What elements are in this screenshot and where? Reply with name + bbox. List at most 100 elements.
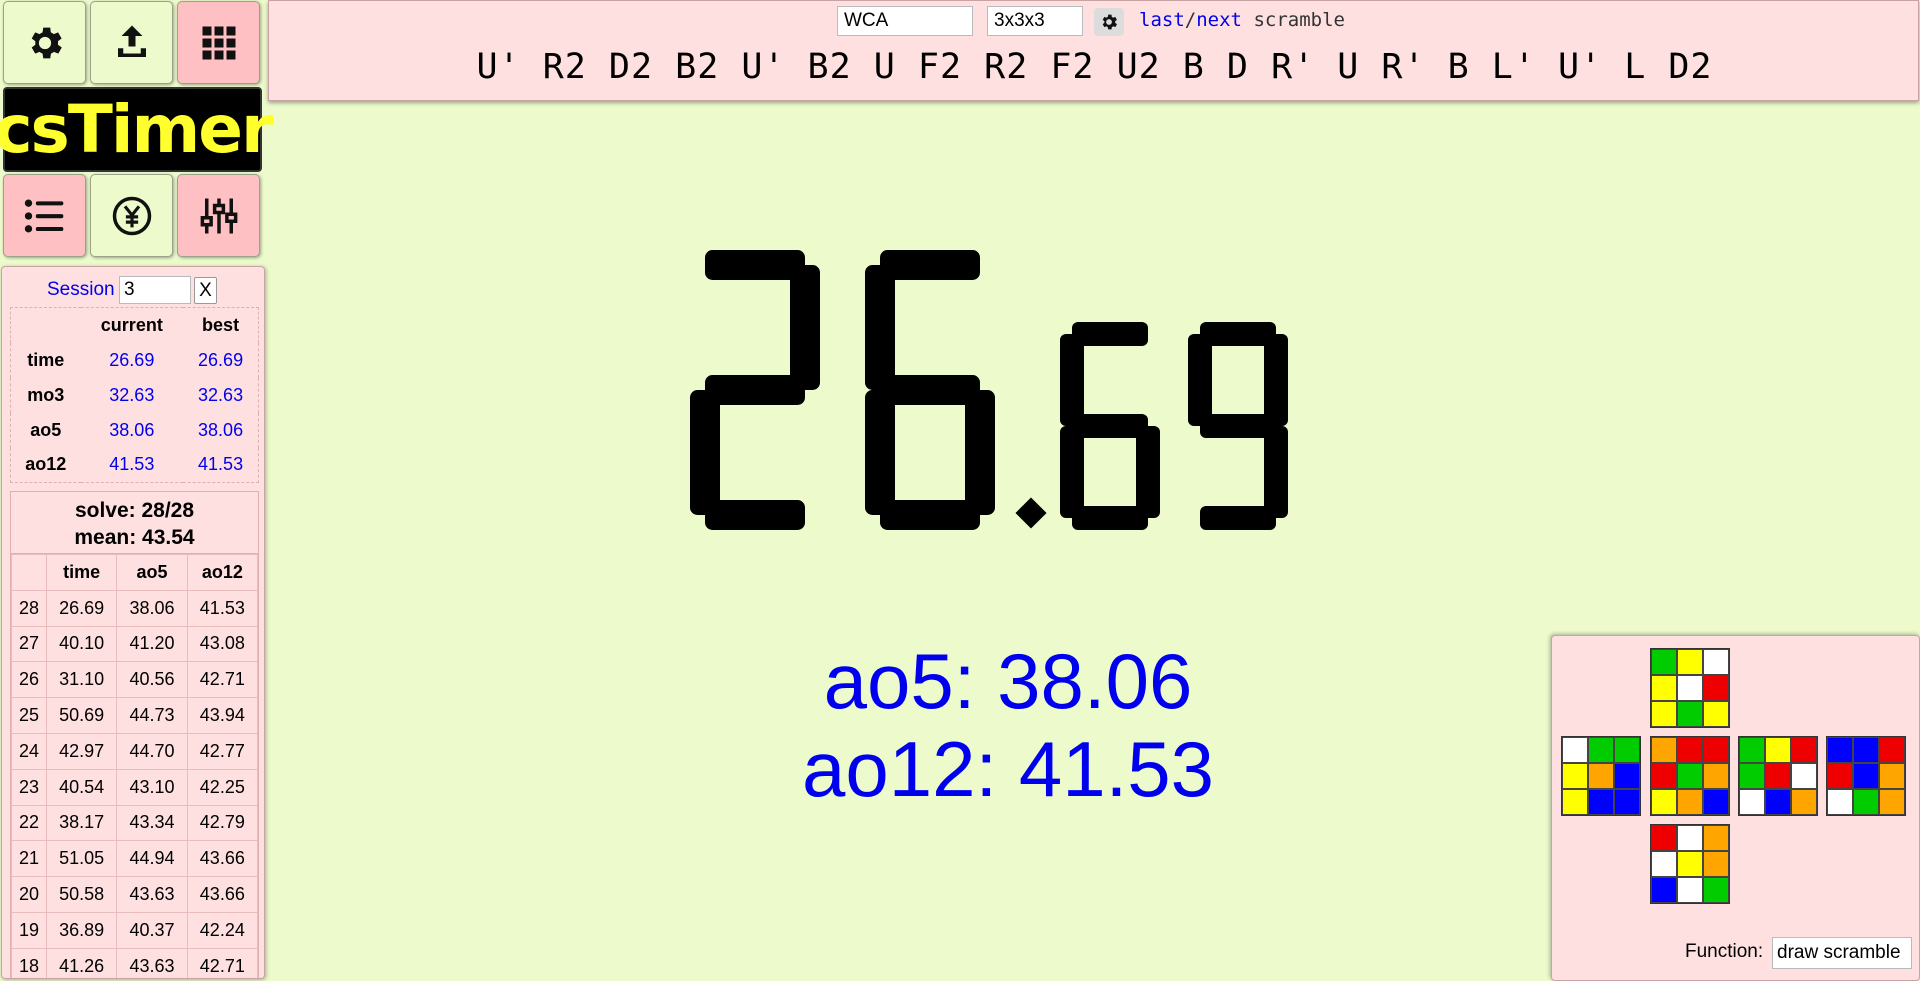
sticker xyxy=(1703,763,1729,789)
table-row[interactable]: 27 40.10 41.20 43.08 xyxy=(11,625,259,663)
table-row[interactable]: 28 26.69 38.06 41.53 xyxy=(11,589,259,627)
sticker xyxy=(1739,763,1765,789)
scramble-text[interactable]: U' R2 D2 B2 U' B2 U F2 R2 F2 U2 B D R' U… xyxy=(269,47,1920,87)
table-row[interactable]: 21 51.05 44.94 43.66 xyxy=(11,840,259,878)
timer-digit-0 xyxy=(690,250,820,530)
options-button[interactable] xyxy=(177,174,260,257)
row-time[interactable]: 31.10 xyxy=(45,661,118,699)
settings-button[interactable] xyxy=(3,1,86,84)
donate-button[interactable] xyxy=(90,174,173,257)
row-time[interactable]: 50.58 xyxy=(45,876,118,913)
delete-session-button[interactable]: X xyxy=(194,277,217,304)
table-row[interactable]: 20 50.58 43.63 43.66 xyxy=(11,876,259,913)
sticker xyxy=(1853,737,1879,763)
timer-decimal-point xyxy=(1015,497,1047,529)
table-row[interactable]: 19 36.89 40.37 42.24 xyxy=(11,911,259,949)
stats-summary-table: current best time 26.69 26.69 mo3 32.63 … xyxy=(10,307,259,483)
timer-display[interactable] xyxy=(690,250,1340,540)
row-ao5[interactable]: 43.63 xyxy=(116,947,188,978)
sticker xyxy=(1677,737,1703,763)
puzzle-select[interactable]: 3x3x3 xyxy=(987,6,1083,36)
row-ao5[interactable]: 44.94 xyxy=(116,840,188,878)
sticker xyxy=(1588,789,1614,815)
cube-face-B xyxy=(1826,736,1906,816)
stat-best[interactable]: 26.69 xyxy=(183,343,258,378)
sticker xyxy=(1651,675,1677,701)
stat-current[interactable]: 32.63 xyxy=(81,378,184,413)
sticker xyxy=(1677,825,1703,851)
stat-best[interactable]: 41.53 xyxy=(183,448,258,483)
sticker xyxy=(1651,851,1677,877)
stat-best[interactable]: 38.06 xyxy=(183,413,258,448)
row-ao12[interactable]: 42.25 xyxy=(186,768,259,806)
sticker xyxy=(1677,789,1703,815)
row-time[interactable]: 42.97 xyxy=(45,732,118,770)
row-time[interactable]: 26.69 xyxy=(45,589,118,627)
row-time[interactable]: 50.69 xyxy=(45,697,118,734)
stat-best[interactable]: 32.63 xyxy=(183,378,258,413)
table-row[interactable]: 23 40.54 43.10 42.25 xyxy=(11,768,259,806)
row-ao12[interactable]: 42.71 xyxy=(186,661,259,699)
row-ao12[interactable]: 42.77 xyxy=(186,732,259,770)
sticker xyxy=(1614,737,1640,763)
times-header-index xyxy=(11,554,47,591)
row-ao12[interactable]: 42.24 xyxy=(186,911,259,949)
sticker xyxy=(1703,701,1729,727)
next-scramble-link[interactable]: next xyxy=(1196,9,1242,31)
tools-grid-button[interactable] xyxy=(177,1,260,84)
row-ao5[interactable]: 44.70 xyxy=(116,732,188,770)
row-ao5[interactable]: 43.34 xyxy=(116,804,188,842)
sticker xyxy=(1853,789,1879,815)
stat-current[interactable]: 26.69 xyxy=(81,343,184,378)
row-ao5[interactable]: 43.10 xyxy=(116,768,188,806)
function-select[interactable]: draw scramble xyxy=(1772,937,1912,969)
segment-c xyxy=(965,390,995,515)
row-time[interactable]: 41.26 xyxy=(45,947,118,978)
segment-e xyxy=(865,390,895,515)
row-time[interactable]: 36.89 xyxy=(45,911,118,949)
table-row[interactable]: 26 31.10 40.56 42.71 xyxy=(11,661,259,699)
row-time[interactable]: 51.05 xyxy=(45,840,118,878)
table-row[interactable]: 22 38.17 43.34 42.79 xyxy=(11,804,259,842)
row-ao5[interactable]: 40.56 xyxy=(116,661,188,699)
row-index: 23 xyxy=(11,768,47,806)
scramble-type-select[interactable]: WCA xyxy=(837,6,973,36)
cube-face-L xyxy=(1561,736,1641,816)
row-ao5[interactable]: 43.63 xyxy=(116,876,188,913)
last-scramble-link[interactable]: last xyxy=(1139,9,1185,31)
table-row[interactable]: 24 42.97 44.70 42.77 xyxy=(11,732,259,770)
row-time[interactable]: 38.17 xyxy=(45,804,118,842)
sticker xyxy=(1562,737,1588,763)
row-ao12[interactable]: 43.94 xyxy=(186,697,259,734)
row-ao12[interactable]: 43.66 xyxy=(186,876,259,913)
solve-summary[interactable]: solve: 28/28 mean: 43.54 xyxy=(11,492,258,554)
sticker xyxy=(1739,737,1765,763)
segment-e xyxy=(690,390,720,515)
export-button[interactable] xyxy=(90,1,173,84)
stat-row-ao5: ao5 38.06 38.06 xyxy=(11,413,259,448)
row-ao12[interactable]: 41.53 xyxy=(186,589,259,627)
row-ao5[interactable]: 38.06 xyxy=(116,589,188,627)
row-ao12[interactable]: 42.79 xyxy=(186,804,259,842)
stats-panel: Session 3 X current best time 26.69 26.6… xyxy=(1,266,265,979)
table-row[interactable]: 25 50.69 44.73 43.94 xyxy=(11,697,259,734)
scramble-settings-button[interactable] xyxy=(1094,8,1124,36)
row-ao12[interactable]: 43.66 xyxy=(186,840,259,878)
stat-row-ao12: ao12 41.53 41.53 xyxy=(11,448,259,483)
session-select[interactable]: 3 xyxy=(119,276,191,304)
row-time[interactable]: 40.54 xyxy=(45,768,118,806)
stat-current[interactable]: 41.53 xyxy=(81,448,184,483)
sticker xyxy=(1853,763,1879,789)
sticker xyxy=(1651,825,1677,851)
sticker xyxy=(1703,851,1729,877)
row-time[interactable]: 40.10 xyxy=(45,625,118,663)
row-ao12[interactable]: 43.08 xyxy=(186,625,259,663)
stats-list-button[interactable] xyxy=(3,174,86,257)
row-ao5[interactable]: 44.73 xyxy=(116,697,188,734)
table-row[interactable]: 18 41.26 43.63 42.71 xyxy=(11,947,259,978)
row-ao12[interactable]: 42.71 xyxy=(186,947,259,978)
row-ao5[interactable]: 41.20 xyxy=(116,625,188,663)
row-index: 26 xyxy=(11,661,47,699)
row-ao5[interactable]: 40.37 xyxy=(116,911,188,949)
stat-current[interactable]: 38.06 xyxy=(81,413,184,448)
